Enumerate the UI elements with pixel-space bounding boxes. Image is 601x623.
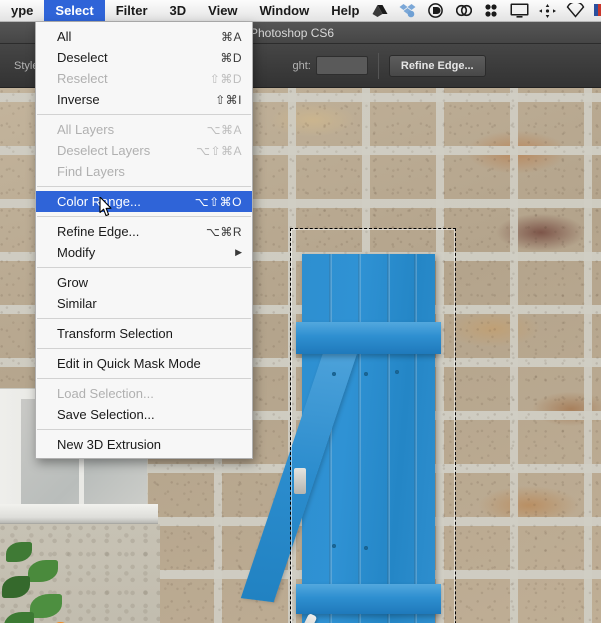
menu-item-label: Transform Selection [57,326,242,341]
creative-cloud-icon[interactable] [454,3,473,19]
menu-item-label: All [57,29,207,44]
selection-marquee[interactable] [290,228,456,623]
menu-item-label: Modify [57,245,235,260]
menu-item-label: Edit in Quick Mask Mode [57,356,242,371]
plant-leaf [30,594,62,618]
menu-item-shortcut: ⇧⌘D [196,72,242,86]
menu-item-load-selection: Load Selection... [36,383,252,404]
menu-separator [37,348,251,349]
menu-separator [37,186,251,187]
menu-item-shortcut: ⌥⌘A [193,123,242,137]
move-icon[interactable] [538,3,557,19]
menu-item-similar[interactable]: Similar [36,293,252,314]
options-divider-2 [378,53,379,79]
menu-item-shortcut: ⌥⇧⌘A [182,144,242,158]
menu-type[interactable]: ype [0,0,44,21]
photoshop-application: Photoshop CS6 Style: ght: Refine Edge...… [0,0,601,623]
plant-leaf [6,542,32,562]
menu-item-label: Reselect [57,71,196,86]
airdrop-icon[interactable] [566,3,585,19]
menu-item-color-range[interactable]: Color Range...⌥⇧⌘O [36,191,252,212]
menu-item-label: Similar [57,296,242,311]
plant-leaf [2,576,30,598]
menu-item-inverse[interactable]: Inverse⇧⌘I [36,89,252,110]
menu-item-label: Find Layers [57,164,242,179]
ground-pavement [0,524,160,623]
select-dropdown-menu[interactable]: All⌘ADeselect⌘DReselect⇧⌘DInverse⇧⌘IAll … [35,22,253,459]
window-sill [0,504,158,524]
menu-select[interactable]: Select [44,0,104,21]
menu-help[interactable]: Help [320,0,370,21]
submenu-arrow-icon: ▶ [235,247,242,258]
plant-leaf [4,612,34,623]
menu-item-label: Deselect [57,50,206,65]
menu-item-grow[interactable]: Grow [36,272,252,293]
menu-item-modify[interactable]: Modify▶ [36,242,252,263]
menu-separator [37,378,251,379]
droplr-icon[interactable] [426,3,445,19]
menu-window[interactable]: Window [249,0,321,21]
menu-item-all[interactable]: All⌘A [36,26,252,47]
menu-item-label: Load Selection... [57,386,242,401]
menu-item-deselect-layers: Deselect Layers⌥⇧⌘A [36,140,252,161]
bluetooth-devices-icon[interactable] [482,3,501,19]
menu-item-all-layers: All Layers⌥⌘A [36,119,252,140]
dropbox-icon[interactable] [398,3,417,19]
menu-item-deselect[interactable]: Deselect⌘D [36,47,252,68]
menu-item-find-layers: Find Layers [36,161,252,182]
menu-item-transform-selection[interactable]: Transform Selection [36,323,252,344]
menu-item-label: New 3D Extrusion [57,437,242,452]
menu-item-new-3d-extrusion[interactable]: New 3D Extrusion [36,434,252,455]
menu-separator [37,216,251,217]
menu-item-label: Grow [57,275,242,290]
menu-item-label: Refine Edge... [57,224,192,239]
menu-separator [37,267,251,268]
menu-item-label: Deselect Layers [57,143,182,158]
menu-separator [37,114,251,115]
plant-leaf [28,560,58,582]
menu-item-label: Inverse [57,92,201,107]
menu-item-shortcut: ⌘A [207,30,242,44]
menu-item-edit-in-quick-mask-mode[interactable]: Edit in Quick Mask Mode [36,353,252,374]
height-input[interactable] [316,56,368,75]
menu-item-save-selection[interactable]: Save Selection... [36,404,252,425]
menu-3d[interactable]: 3D [159,0,198,21]
menu-item-refine-edge[interactable]: Refine Edge...⌥⌘R [36,221,252,242]
menu-item-shortcut: ⌘D [206,51,242,65]
mac-menu-bar[interactable]: ype Select Filter 3D View Window Help [0,0,601,22]
menu-item-reselect: Reselect⇧⌘D [36,68,252,89]
app-title: Photoshop CS6 [250,26,334,40]
google-drive-icon[interactable] [370,3,389,19]
menu-item-label: Color Range... [57,194,181,209]
menu-separator [37,318,251,319]
menu-separator [37,429,251,430]
menu-item-label: Save Selection... [57,407,242,422]
flag-icon[interactable] [594,3,601,19]
display-icon[interactable] [510,3,529,19]
refine-edge-button[interactable]: Refine Edge... [389,55,486,77]
menu-bar-status-items[interactable] [370,0,601,21]
menu-item-shortcut: ⌥⌘R [192,225,242,239]
menu-item-shortcut: ⇧⌘I [201,93,242,107]
menu-filter[interactable]: Filter [105,0,159,21]
height-label: ght: [293,60,311,72]
menu-item-label: All Layers [57,122,193,137]
menu-view[interactable]: View [197,0,248,21]
menu-item-shortcut: ⌥⇧⌘O [181,195,242,209]
